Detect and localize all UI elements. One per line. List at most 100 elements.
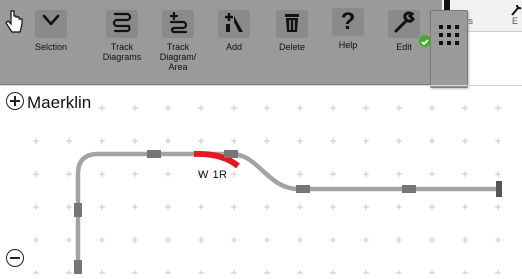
grid-mark <box>297 138 303 144</box>
pointer-hand-icon[interactable] <box>3 8 25 36</box>
grid-mark <box>462 204 468 210</box>
zoom-out-icon[interactable] <box>6 249 24 267</box>
layout-title: Maerklin <box>6 92 91 113</box>
grid-mark <box>66 237 72 243</box>
grid-mark <box>132 171 138 177</box>
grid-mark <box>231 204 237 210</box>
track-diagram-area-button[interactable]: Track Diagram/ Area <box>155 8 201 78</box>
grid-mark <box>198 138 204 144</box>
grid-mark <box>330 105 336 111</box>
grid-mark <box>495 204 501 210</box>
grid-mark <box>462 171 468 177</box>
grid-mark <box>198 237 204 243</box>
question-icon: ? <box>332 8 364 36</box>
grid-mark <box>495 171 501 177</box>
grid-mark <box>495 237 501 243</box>
grid-mark <box>66 204 72 210</box>
grid-mark <box>363 138 369 144</box>
grid-mark <box>231 171 237 177</box>
grid-mark <box>429 171 435 177</box>
edit-button[interactable]: Edit <box>381 8 431 78</box>
delete-label: Delete <box>278 42 305 52</box>
grid-mark <box>33 204 39 210</box>
add-icon <box>218 10 250 38</box>
grid-mark <box>165 237 171 243</box>
grid-mark <box>231 138 237 144</box>
grid-mark <box>330 171 336 177</box>
grid-mark <box>264 105 270 111</box>
grid-mark <box>330 138 336 144</box>
grid-mark <box>495 105 501 111</box>
grid-mark <box>132 270 138 276</box>
grid-mark <box>363 204 369 210</box>
grid-mark <box>66 138 72 144</box>
track-diagrams-button[interactable]: Track Diagrams <box>99 8 145 78</box>
trash-icon <box>276 10 308 38</box>
grid-mark <box>429 270 435 276</box>
track-diagram[interactable] <box>0 86 522 276</box>
toolbar: Selction Track Diagrams Track Diagram/ A… <box>0 0 442 85</box>
grid-mark <box>165 138 171 144</box>
grid-mark <box>264 270 270 276</box>
track-connector[interactable] <box>147 150 161 158</box>
grid-mark <box>132 204 138 210</box>
buffer-stop[interactable] <box>496 181 502 197</box>
add-button[interactable]: Add <box>211 8 257 78</box>
grid-mark <box>363 237 369 243</box>
track-connector[interactable] <box>224 150 238 158</box>
grid-mark <box>99 237 105 243</box>
add-label: Add <box>225 42 242 52</box>
grid-mark <box>66 171 72 177</box>
grid-mark <box>462 105 468 111</box>
selection-button[interactable]: Selction <box>28 8 74 78</box>
grid-mark <box>165 105 171 111</box>
grid-mark <box>462 270 468 276</box>
track-area-icon <box>162 10 194 38</box>
help-button[interactable]: ? Help <box>325 8 371 78</box>
grid-mark <box>33 270 39 276</box>
chevron-down-icon <box>35 10 67 38</box>
grid-mark <box>264 204 270 210</box>
grid-mark <box>99 270 105 276</box>
grid-mark <box>132 237 138 243</box>
zoom-in-icon[interactable] <box>6 92 24 110</box>
track-diagram-area-label: Track Diagram/ Area <box>159 42 197 72</box>
grid-mark <box>462 237 468 243</box>
grid-mark <box>165 171 171 177</box>
grid-mark <box>330 237 336 243</box>
track-canvas[interactable] <box>0 85 522 276</box>
track-diagrams-label: Track Diagrams <box>102 42 142 62</box>
apps-grid-button[interactable] <box>430 10 468 88</box>
track-connector[interactable] <box>296 185 310 193</box>
grid-mark <box>363 171 369 177</box>
track-connector[interactable] <box>74 260 82 274</box>
grid-mark <box>198 270 204 276</box>
grid-mark <box>363 105 369 111</box>
grid-mark <box>297 270 303 276</box>
grid-mark <box>33 171 39 177</box>
grid-mark <box>396 138 402 144</box>
grid-mark <box>132 138 138 144</box>
grid-mark <box>495 138 501 144</box>
grid-mark <box>297 204 303 210</box>
grid-mark <box>99 204 105 210</box>
grid-mark <box>429 105 435 111</box>
grid-mark <box>429 204 435 210</box>
grid-mark <box>264 138 270 144</box>
grid-mark <box>99 171 105 177</box>
grid-mark <box>231 237 237 243</box>
grid-mark <box>396 204 402 210</box>
grid-mark <box>132 105 138 111</box>
track-segment-curve[interactable] <box>75 151 196 274</box>
layout-name: Maerklin <box>27 93 92 112</box>
track-diagrams-icon <box>106 10 138 38</box>
track-connector[interactable] <box>74 203 82 217</box>
secondary-item-2[interactable]: E <box>512 16 518 26</box>
track-connector[interactable] <box>402 185 416 193</box>
grid-dots-icon <box>439 25 459 45</box>
grid-mark <box>231 270 237 276</box>
grid-mark <box>33 237 39 243</box>
grid-mark <box>99 138 105 144</box>
delete-button[interactable]: Delete <box>269 8 315 78</box>
grid-mark <box>99 105 105 111</box>
